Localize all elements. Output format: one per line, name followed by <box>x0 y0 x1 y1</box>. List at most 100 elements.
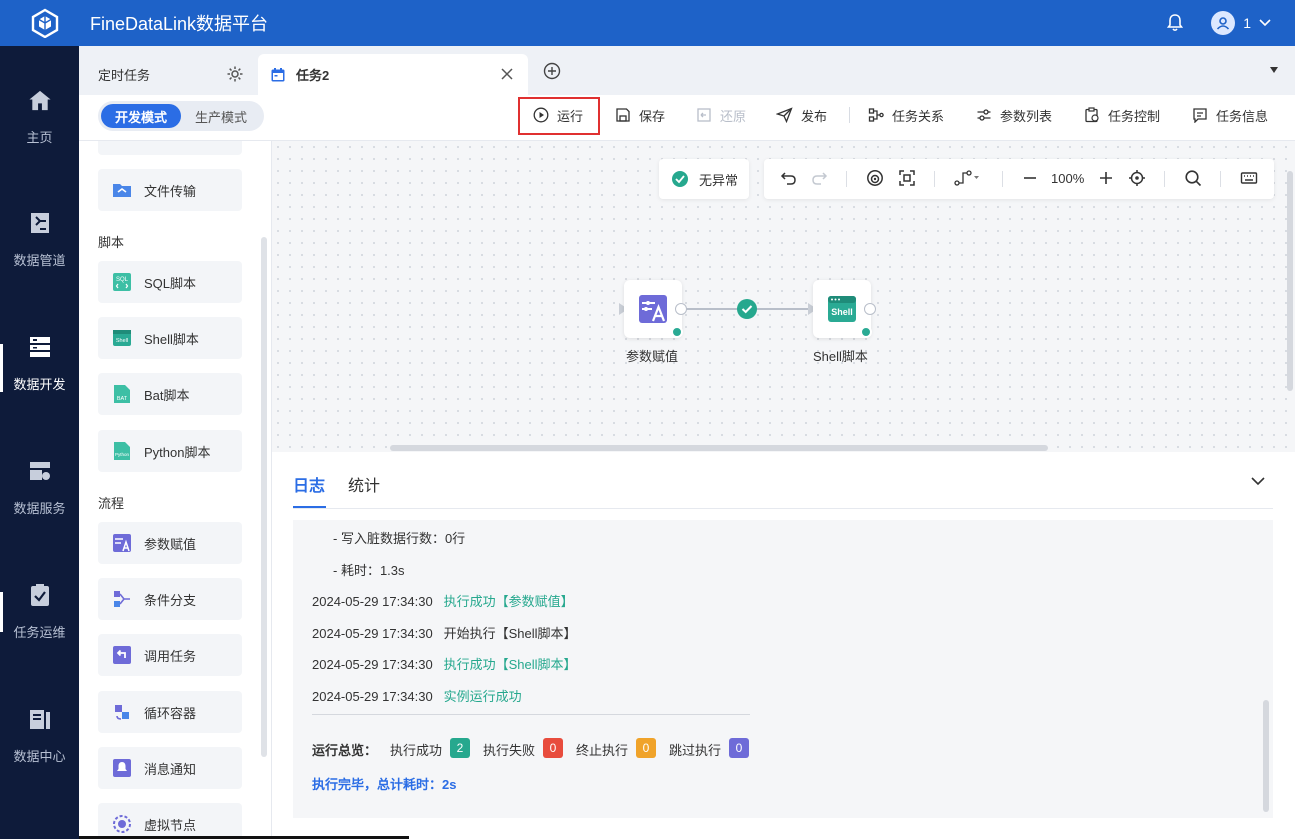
bell-icon[interactable] <box>1165 13 1185 33</box>
publish-button[interactable]: 发布 <box>776 95 827 135</box>
log-content: - 写入脏数据行数：0行 - 耗时：1.3s 2024-05-29 17:34:… <box>293 520 1273 818</box>
task-info-button[interactable]: 任务信息 <box>1192 95 1268 135</box>
node-label: Shell脚本 <box>813 349 868 364</box>
add-tab-icon[interactable] <box>543 62 561 80</box>
app-logo-icon[interactable] <box>22 0 68 46</box>
palette-item-file-transfer[interactable]: 文件传输 <box>98 169 242 211</box>
fail-label: 执行失败 <box>483 743 536 758</box>
eye-scan-icon[interactable] <box>866 169 884 187</box>
tab-log[interactable]: 日志 <box>293 472 325 496</box>
palette-label: Shell脚本 <box>144 331 199 347</box>
log-line: 2024-05-29 17:34:30 开始执行【Shell脚本】 <box>312 623 576 642</box>
restore-button[interactable]: 还原 <box>696 95 746 135</box>
palette-item-shell[interactable]: Shell Shell脚本 <box>98 317 242 359</box>
divider <box>1220 171 1221 187</box>
tab-scheduled-task[interactable]: 定时任务 <box>98 54 258 95</box>
chevron-down-icon[interactable] <box>1259 19 1271 27</box>
locate-icon[interactable] <box>1128 169 1146 187</box>
restore-label: 还原 <box>720 108 747 124</box>
toolbar-divider <box>849 107 850 123</box>
user-name[interactable]: 1 <box>1243 15 1251 31</box>
svg-text:Python: Python <box>115 452 130 457</box>
palette-item-param-assign[interactable]: 参数赋值 <box>98 522 242 564</box>
log-scrollbar[interactable] <box>1263 700 1269 812</box>
completion-message: 执行完毕，总计耗时：2s <box>312 777 457 792</box>
caret-down-icon[interactable] <box>1269 66 1279 74</box>
nav-item-task-ops[interactable]: 任务运维 <box>0 542 79 642</box>
svg-text:BAT: BAT <box>117 396 128 402</box>
param-list-button[interactable]: 参数列表 <box>976 95 1052 135</box>
canvas-horizontal-scrollbar[interactable] <box>390 445 1048 451</box>
flow-canvas[interactable]: 无异常 100% 参数赋值 Shell Shell脚本 ⋮⋮ <box>272 141 1295 465</box>
save-button[interactable]: 保存 <box>615 95 665 135</box>
save-label: 保存 <box>639 108 666 124</box>
component-palette: 文件传输 脚本 SQL SQL脚本 Shell Shell脚本 BAT Bat脚… <box>79 141 272 839</box>
palette-item-partial[interactable] <box>98 141 242 155</box>
palette-item-python[interactable]: Python Python脚本 <box>98 430 242 472</box>
task-control-button[interactable]: 任务控制 <box>1084 95 1160 135</box>
palette-label: Bat脚本 <box>144 387 190 403</box>
divider <box>1164 171 1165 187</box>
palette-item-loop[interactable]: 循环容器 <box>98 691 242 733</box>
divider <box>1002 171 1003 187</box>
palette-scrollbar[interactable] <box>261 237 267 757</box>
close-icon[interactable] <box>500 67 514 81</box>
zoom-in-icon[interactable] <box>1098 169 1114 187</box>
active-tab-indicator <box>293 506 326 508</box>
fit-screen-icon[interactable] <box>898 169 916 187</box>
shell-script-icon: Shell <box>828 296 856 322</box>
validation-status[interactable]: 无异常 <box>659 159 749 199</box>
chevron-down-icon[interactable] <box>1251 476 1265 486</box>
virtual-node-icon <box>113 815 131 833</box>
tab-task2[interactable]: 任务2 <box>258 54 528 95</box>
nav-label: 数据开发 <box>13 377 66 392</box>
tab-stats[interactable]: 统计 <box>348 472 380 496</box>
canvas-vertical-scrollbar[interactable] <box>1287 171 1293 391</box>
control-icon <box>1085 107 1099 123</box>
zoom-out-icon[interactable] <box>1022 169 1038 187</box>
nav-item-data-service[interactable]: 数据服务 <box>0 418 79 518</box>
fail-count-badge: 0 <box>543 738 563 758</box>
nav-item-data-center[interactable]: 数据中心 <box>0 666 79 766</box>
log-panel: 日志 统计 - 写入脏数据行数：0行 - 耗时：1.3s 2024-05-29 … <box>272 452 1295 839</box>
palette-item-notify[interactable]: 消息通知 <box>98 747 242 789</box>
app-title: FineDataLink数据平台 <box>90 14 269 34</box>
node-output-port[interactable] <box>675 303 687 315</box>
undo-icon[interactable] <box>780 169 798 187</box>
nav-active-indicator <box>0 344 3 392</box>
status-label: 无异常 <box>699 172 739 188</box>
tab-bar: 定时任务 任务2 <box>79 46 1295 95</box>
edge-success-icon <box>737 299 757 319</box>
log-time: 2024-05-29 17:34:30 <box>312 657 433 672</box>
shell-script-icon: Shell <box>113 330 131 346</box>
nav-item-pipeline[interactable]: 数据管道 <box>0 170 79 270</box>
connector-style-icon[interactable] <box>954 169 980 187</box>
task-relations-button[interactable]: 任务关系 <box>868 95 944 135</box>
nav-item-data-dev[interactable]: 数据开发 <box>0 294 79 632</box>
avatar[interactable] <box>1211 11 1236 35</box>
info-label: 任务信息 <box>1216 108 1269 124</box>
save-icon <box>616 108 630 122</box>
prod-mode-button[interactable]: 生产模式 <box>181 104 261 128</box>
canvas-toolbar: 100% <box>764 159 1274 199</box>
nav-item-home[interactable]: 主页 <box>0 46 79 146</box>
dev-mode-button[interactable]: 开发模式 <box>101 104 181 128</box>
run-button[interactable]: 运行 <box>533 95 583 135</box>
gear-icon[interactable] <box>226 65 244 83</box>
relations-icon <box>868 108 884 122</box>
log-line: 2024-05-29 17:34:30 执行成功【Shell脚本】 <box>312 654 576 673</box>
log-message: 开始执行【Shell脚本】 <box>443 626 577 641</box>
send-icon <box>776 107 793 123</box>
node-output-port[interactable] <box>864 303 876 315</box>
keyboard-icon[interactable] <box>1240 169 1258 187</box>
palette-item-call-task[interactable]: 调用任务 <box>98 634 242 676</box>
redo-icon[interactable] <box>810 169 828 187</box>
palette-item-bat[interactable]: BAT Bat脚本 <box>98 373 242 415</box>
palette-label: 条件分支 <box>144 592 197 608</box>
palette-item-branch[interactable]: 条件分支 <box>98 578 242 620</box>
log-status-success: 执行成功【Shell脚本】 <box>443 657 577 672</box>
palette-item-virtual[interactable]: 虚拟节点 <box>98 803 242 839</box>
restore-icon <box>697 108 711 122</box>
palette-item-sql[interactable]: SQL SQL脚本 <box>98 261 242 303</box>
search-icon[interactable] <box>1184 169 1202 187</box>
